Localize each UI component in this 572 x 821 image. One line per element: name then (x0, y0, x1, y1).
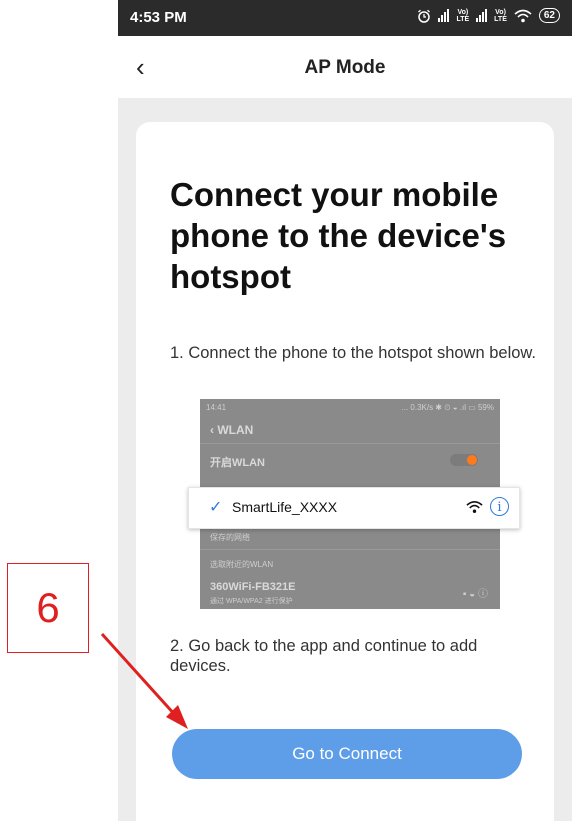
arrow-icon (100, 632, 188, 729)
